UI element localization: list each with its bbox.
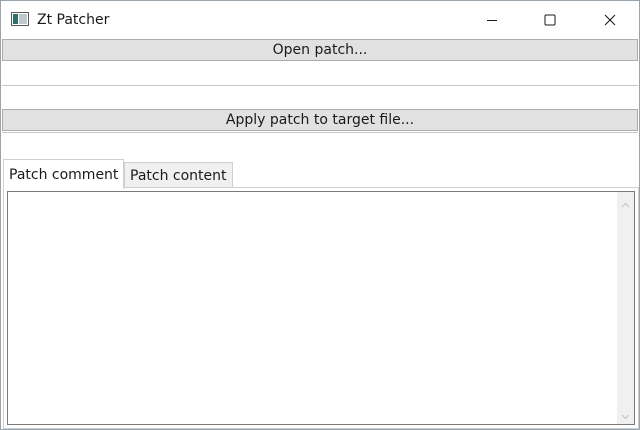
title-bar[interactable]: Zt Patcher [1,1,639,38]
tab-patch-content[interactable]: Patch content [124,162,233,187]
open-patch-button[interactable]: Open patch... [2,39,638,61]
tab-patch-comment[interactable]: Patch comment [3,159,125,189]
close-button[interactable] [581,1,639,38]
vertical-scrollbar[interactable] [617,192,634,424]
patch-path-field[interactable] [2,62,638,86]
scroll-down-icon[interactable] [621,409,630,420]
tab-panel-patch-comment [3,187,639,429]
window-title: Zt Patcher [37,12,110,28]
patch-comment-textarea[interactable] [7,191,635,425]
apply-patch-button[interactable]: Apply patch to target file... [2,109,638,131]
maximize-icon [544,14,556,26]
maximize-button[interactable] [521,1,579,38]
minimize-button[interactable] [463,1,521,38]
app-window: Zt Patcher Open patch... Apply patch to … [0,0,640,430]
close-icon [604,14,616,26]
target-path-field[interactable] [2,132,638,133]
app-window-icon [11,12,29,26]
scroll-up-icon[interactable] [621,198,630,208]
minimize-icon [486,14,498,26]
